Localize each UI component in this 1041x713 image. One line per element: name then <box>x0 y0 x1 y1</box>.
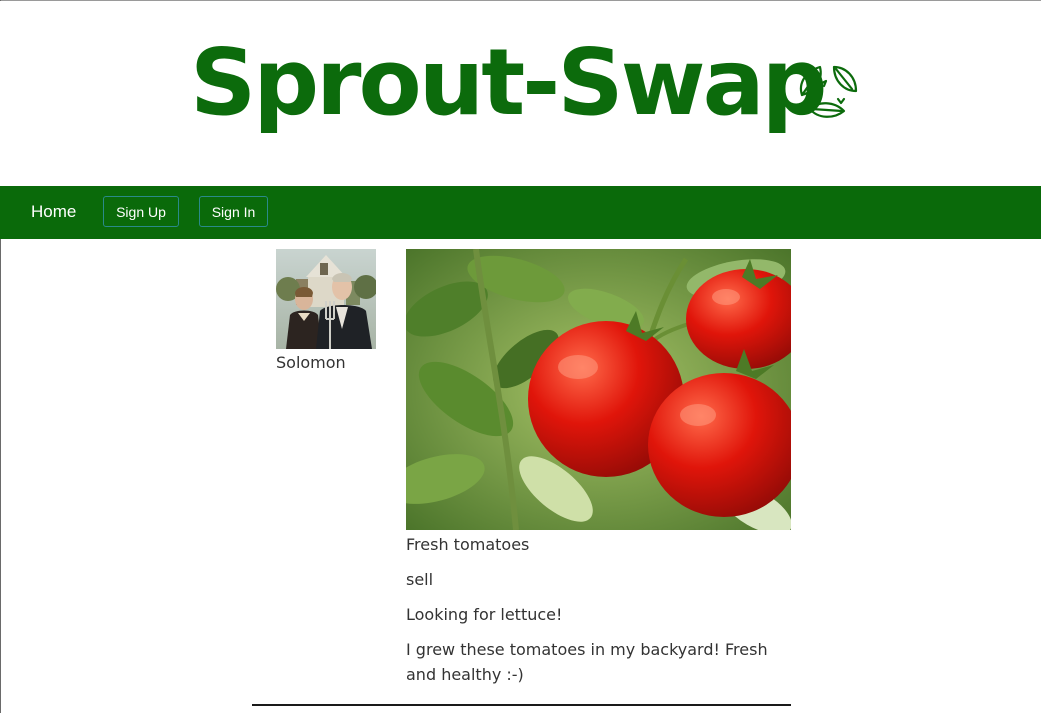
american-gothic-image <box>276 249 376 349</box>
post-type: sell <box>406 570 434 589</box>
post-title: Fresh tomatoes <box>406 535 530 554</box>
post-description: I grew these tomatoes in my backyard! Fr… <box>406 640 768 684</box>
tomatoes-photo <box>406 249 791 530</box>
post-divider <box>252 704 791 706</box>
site-header: Sprout-Swap <box>0 1 1041 186</box>
user-avatar[interactable] <box>276 249 376 349</box>
nav-home-link[interactable]: Home <box>31 201 76 223</box>
navbar: Home Sign Up Sign In <box>0 186 1041 239</box>
username[interactable]: Solomon <box>276 353 346 373</box>
site-title: Sprout-Swap <box>190 29 828 136</box>
recycle-leaves-icon <box>799 65 858 118</box>
post-card: Solomon Fresh tomatoes sell Looking for … <box>252 249 791 706</box>
post-want: Looking for lettuce! <box>406 605 563 624</box>
sign-up-button[interactable]: Sign Up <box>103 196 179 227</box>
post-image[interactable] <box>406 249 791 530</box>
sign-in-button[interactable]: Sign In <box>199 196 268 227</box>
